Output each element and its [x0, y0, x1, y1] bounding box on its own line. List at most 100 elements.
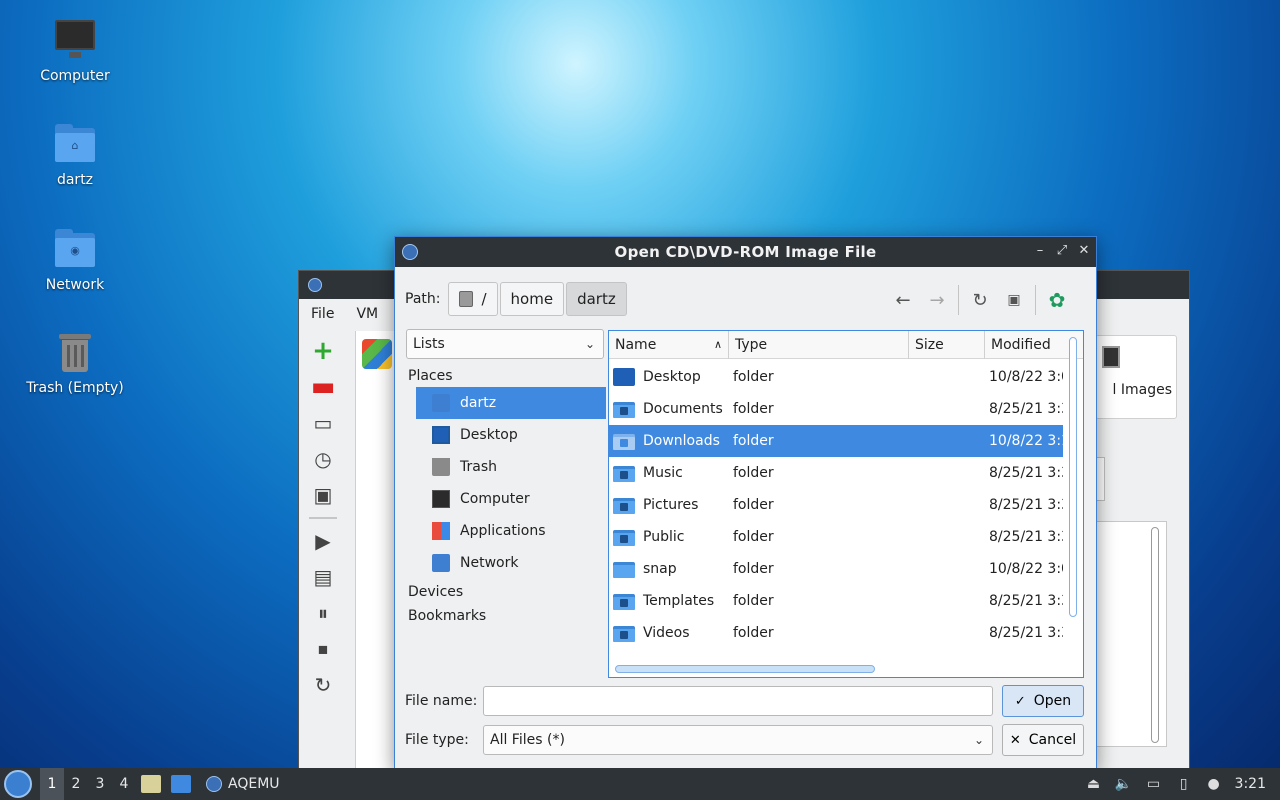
file-modified: 8/25/21 3:3	[989, 465, 1063, 481]
desktop-icon-home[interactable]: ⌂ dartz	[15, 122, 135, 188]
workspace-4[interactable]: 4	[112, 768, 136, 800]
pictures-folder-icon	[613, 496, 635, 514]
places-sidebar: Places dartz Desktop Trash Computer Appl…	[406, 363, 606, 627]
table-row[interactable]: snap folder 10/8/22 3:0	[609, 553, 1063, 585]
workspace-3[interactable]: 3	[88, 768, 112, 800]
sidebar-item-dartz[interactable]: dartz	[416, 387, 606, 419]
desktop-icon-computer[interactable]: Computer	[15, 18, 135, 84]
breadcrumb-label: dartz	[577, 290, 616, 308]
chevron-down-icon: ⌄	[973, 733, 984, 747]
horizontal-scrollbar[interactable]	[615, 665, 875, 673]
file-modified: 8/25/21 3:3	[989, 625, 1063, 641]
workspace-1[interactable]: 1	[40, 768, 64, 800]
remove-vm-icon[interactable]: ▬	[303, 369, 343, 405]
sidebar-item-label: Trash	[460, 459, 497, 475]
minimize-icon[interactable]: –	[1032, 243, 1048, 258]
desktop-icon	[432, 426, 450, 444]
file-rows: Desktop folder 10/8/22 3:0 Documents fol…	[609, 361, 1063, 649]
file-type: folder	[733, 561, 774, 577]
dialog-titlebar[interactable]: Open CD\DVD-ROM Image File – ⤢ ✕	[395, 237, 1096, 267]
breadcrumb-dartz[interactable]: dartz	[566, 282, 627, 316]
sidebar-item-trash[interactable]: Trash	[416, 451, 606, 483]
new-folder-icon[interactable]: ▣	[997, 285, 1031, 315]
maximize-icon[interactable]: ⤢	[1054, 243, 1070, 258]
chevron-down-icon: ⌄	[584, 337, 595, 351]
sidebar-item-computer[interactable]: Computer	[416, 483, 606, 515]
breadcrumb-root[interactable]: /	[448, 282, 498, 316]
home-folder-icon: ⌂	[53, 122, 97, 166]
file-name: Documents	[643, 401, 723, 417]
network-status-icon[interactable]: ▭	[1145, 775, 1163, 793]
open-button[interactable]: ✓ Open	[1002, 685, 1084, 717]
file-name-input[interactable]	[483, 686, 993, 716]
forward-icon[interactable]: →	[920, 285, 954, 315]
workspace-2[interactable]: 2	[64, 768, 88, 800]
reload-icon[interactable]: ↻	[963, 285, 997, 315]
table-row[interactable]: Pictures folder 8/25/21 3:3	[609, 489, 1063, 521]
show-desktop-icon[interactable]	[171, 775, 191, 793]
table-row[interactable]: Downloads folder 10/8/22 3:1	[609, 425, 1063, 457]
bg-window-scrollbar[interactable]	[1151, 527, 1159, 743]
path-bar: Path: / home dartz	[405, 281, 629, 317]
file-manager-icon[interactable]	[141, 775, 161, 793]
save-icon[interactable]: ▤	[303, 559, 343, 595]
breadcrumb-home[interactable]: home	[499, 282, 565, 316]
drive-icon	[459, 291, 474, 307]
taskbar: 1 2 3 4 AQEMU ⏏ 🔈 ▭ ▯ ● 3:21	[0, 768, 1280, 800]
breadcrumb-label: /	[481, 290, 487, 308]
table-row[interactable]: Desktop folder 10/8/22 3:0	[609, 361, 1063, 393]
system-tray: ⏏ 🔈 ▭ ▯ ● 3:21	[1085, 768, 1266, 800]
windows-vm-icon[interactable]	[362, 339, 392, 369]
sidebar-item-network[interactable]: Network	[416, 547, 606, 579]
start-menu-icon[interactable]	[4, 770, 32, 798]
close-icon[interactable]: ✕	[1076, 243, 1092, 258]
column-type[interactable]: Type	[729, 331, 909, 359]
local-images-card[interactable]: l Images	[1095, 335, 1177, 419]
places-header[interactable]: Places	[406, 363, 606, 387]
public-folder-icon	[613, 528, 635, 546]
menu-file[interactable]: File	[311, 306, 334, 322]
places-view-combo[interactable]: Lists ⌄	[406, 329, 604, 359]
back-icon[interactable]: ←	[886, 285, 920, 315]
notification-icon[interactable]: ●	[1205, 775, 1223, 793]
clipboard-icon[interactable]: ▯	[1175, 775, 1193, 793]
taskbar-task-aqemu[interactable]: AQEMU	[206, 776, 280, 792]
volume-icon[interactable]: 🔈	[1115, 775, 1133, 793]
vm-list[interactable]	[355, 331, 395, 769]
drive-icon[interactable]: ▭	[303, 405, 343, 441]
settings-gear-icon[interactable]: ✿	[1040, 285, 1074, 315]
table-row[interactable]: Templates folder 8/25/21 3:3	[609, 585, 1063, 617]
eject-icon[interactable]: ⏏	[1085, 775, 1103, 793]
column-name[interactable]: Name ∧	[609, 331, 729, 359]
add-vm-icon[interactable]: +	[303, 333, 343, 369]
bookmarks-header[interactable]: Bookmarks	[406, 603, 606, 627]
table-row[interactable]: Music folder 8/25/21 3:3	[609, 457, 1063, 489]
reload-icon[interactable]: ↻	[303, 667, 343, 703]
sidebar-item-applications[interactable]: Applications	[416, 515, 606, 547]
clock[interactable]: 3:21	[1235, 776, 1266, 792]
sidebar-item-desktop[interactable]: Desktop	[416, 419, 606, 451]
play-icon[interactable]: ▶	[303, 523, 343, 559]
pause-icon[interactable]: ⏸	[303, 595, 343, 631]
file-list[interactable]: Name ∧ Type Size Modified Desktop folder…	[608, 330, 1084, 678]
vertical-scrollbar[interactable]	[1069, 337, 1077, 617]
terminal-icon[interactable]: ▣	[303, 477, 343, 513]
aqemu-toolbar: + ▬ ▭ ◷ ▣ ▶ ▤ ⏸ ⏹ ↻	[303, 333, 343, 769]
stop-icon[interactable]: ⏹	[303, 631, 343, 667]
cancel-button[interactable]: ✕ Cancel	[1002, 724, 1084, 756]
clock-icon[interactable]: ◷	[303, 441, 343, 477]
table-row[interactable]: Videos folder 8/25/21 3:3	[609, 617, 1063, 649]
open-image-dialog: Open CD\DVD-ROM Image File – ⤢ ✕ Path: /…	[394, 236, 1097, 770]
menu-vm[interactable]: VM	[356, 306, 378, 322]
file-type: folder	[733, 401, 774, 417]
desktop-icon-network[interactable]: ◉ Network	[15, 227, 135, 293]
column-size[interactable]: Size	[909, 331, 985, 359]
table-row[interactable]: Public folder 8/25/21 3:3	[609, 521, 1063, 553]
desktop-icon-trash[interactable]: Trash (Empty)	[15, 330, 135, 396]
aqemu-app-icon	[308, 278, 322, 292]
file-type-select[interactable]: All Files (*) ⌄	[483, 725, 993, 755]
devices-header[interactable]: Devices	[406, 579, 606, 603]
file-type: folder	[733, 497, 774, 513]
table-row[interactable]: Documents folder 8/25/21 3:3	[609, 393, 1063, 425]
toolbar-separator	[309, 517, 337, 519]
